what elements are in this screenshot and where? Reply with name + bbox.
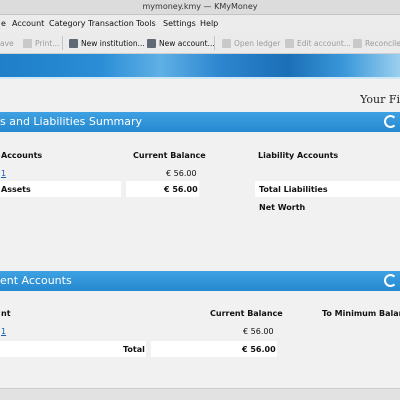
edit-account-label: Edit account... xyxy=(297,38,351,48)
asset-account-link[interactable]: 1 xyxy=(1,169,6,178)
total-assets-label: Assets xyxy=(1,185,31,194)
institution-icon xyxy=(69,38,78,48)
menu-file[interactable]: e xyxy=(1,19,6,28)
save-button[interactable]: ave xyxy=(0,37,14,49)
reconcile-icon xyxy=(353,38,362,48)
open-ledger-button[interactable]: Open ledger xyxy=(222,37,280,49)
menu-bar: e Account Category Transaction Tools Set… xyxy=(0,15,400,32)
print-button[interactable]: Print... xyxy=(23,37,59,49)
net-worth-label: Net Worth xyxy=(259,203,306,212)
reconcile-button[interactable]: Reconcile... xyxy=(353,37,400,49)
total-assets-value: € 56.00 xyxy=(164,185,198,194)
status-bar xyxy=(0,388,400,400)
payment-col-balance: Current Balance xyxy=(210,309,283,318)
ledger-icon xyxy=(222,38,231,48)
summary-section-header: s and Liabilities Summary xyxy=(0,112,400,132)
menu-transaction[interactable]: Transaction xyxy=(88,19,134,28)
edit-account-button[interactable]: Edit account... xyxy=(285,37,351,49)
payment-col-minimum: To Minimum Balanc xyxy=(322,309,400,318)
summary-col-balance: Current Balance xyxy=(133,151,206,160)
summary-col-accounts: Accounts xyxy=(1,151,43,160)
payment-section-header: ent Accounts xyxy=(0,271,400,291)
menu-help[interactable]: Help xyxy=(200,19,218,28)
summary-section-title: s and Liabilities Summary xyxy=(0,115,143,128)
toolbar-separator xyxy=(214,36,215,50)
toolbar-separator xyxy=(62,36,63,50)
payment-col-account: nt xyxy=(1,309,11,318)
payment-section-title: ent Accounts xyxy=(0,274,72,287)
menu-tools[interactable]: Tools xyxy=(136,19,156,28)
edit-icon xyxy=(285,38,294,48)
menu-account[interactable]: Account xyxy=(12,19,44,28)
page-title: Your Fi xyxy=(360,93,400,106)
new-account-label: New account... xyxy=(159,38,215,48)
main-toolbar: ave Print... New institution... New acco… xyxy=(0,32,400,54)
asset-account-balance: € 56.00 xyxy=(166,169,197,178)
window-title: mymoney.kmy — KMyMoney xyxy=(142,2,258,11)
print-label: Print... xyxy=(35,38,60,48)
new-account-button[interactable]: New account... xyxy=(147,37,215,49)
menu-category[interactable]: Category xyxy=(49,19,86,28)
kmymoney-swirl-icon xyxy=(384,274,397,287)
window-titlebar: mymoney.kmy — KMyMoney xyxy=(0,0,400,15)
new-institution-label: New institution... xyxy=(81,38,145,48)
header-banner xyxy=(0,54,400,79)
payment-account-balance: € 56.00 xyxy=(243,327,274,336)
kmymoney-swirl-icon xyxy=(384,115,397,128)
reconcile-label: Reconcile... xyxy=(365,38,400,48)
new-account-icon xyxy=(147,38,156,48)
open-ledger-label: Open ledger xyxy=(234,38,281,48)
summary-col-liability: Liability Accounts xyxy=(258,151,339,160)
payment-total-label: Total xyxy=(123,345,145,354)
payment-account-link[interactable]: 1 xyxy=(1,327,6,336)
new-institution-button[interactable]: New institution... xyxy=(69,37,145,49)
total-liabilities-label: Total Liabilities xyxy=(259,185,328,194)
payment-total-value: € 56.00 xyxy=(242,345,276,354)
menu-settings[interactable]: Settings xyxy=(163,19,196,28)
save-label: ave xyxy=(0,38,14,48)
print-icon xyxy=(23,38,32,48)
